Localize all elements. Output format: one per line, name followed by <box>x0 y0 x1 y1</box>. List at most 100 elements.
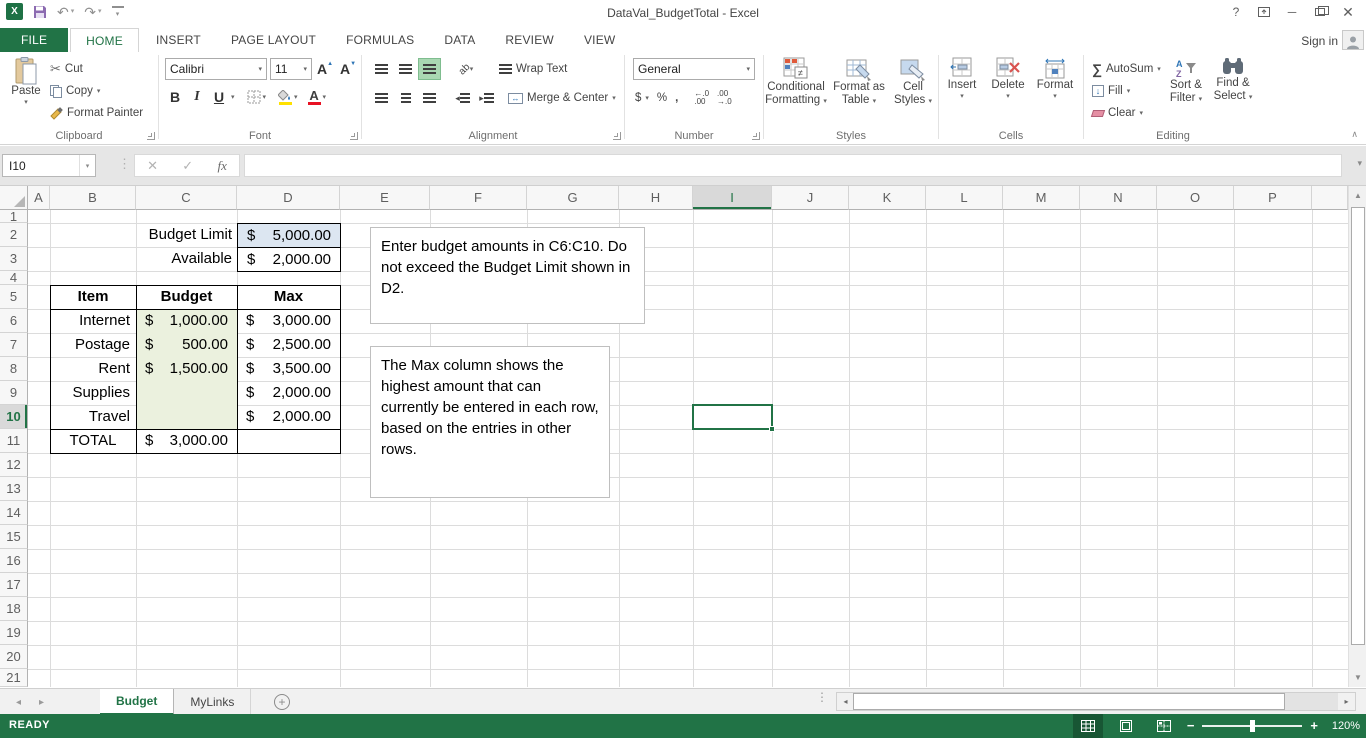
format-painter-button[interactable]: Format Painter <box>48 102 145 124</box>
vertical-scroll-thumb[interactable] <box>1351 207 1365 645</box>
sheet-tab-mylinks[interactable]: MyLinks <box>174 689 251 715</box>
scroll-down-button[interactable]: ▼ <box>1350 669 1366 686</box>
row-header-13[interactable]: 13 <box>0 477 28 501</box>
cell-grid[interactable]: Budget Limit $5,000.00 Available $2,000.… <box>28 210 1348 687</box>
sign-in-button[interactable]: Sign in <box>1301 34 1338 48</box>
row-header-11[interactable]: 11 <box>0 429 28 453</box>
collapse-ribbon-button[interactable]: ∧ <box>1351 129 1358 140</box>
row-header-9[interactable]: 9 <box>0 381 28 405</box>
zoom-slider-thumb[interactable] <box>1250 720 1255 732</box>
row-header-7[interactable]: 7 <box>0 333 28 357</box>
increase-indent-button[interactable]: ▸ <box>475 87 498 109</box>
font-size-combo[interactable]: 11▾ <box>270 58 312 80</box>
decrease-indent-button[interactable]: ◂ <box>451 87 474 109</box>
row-header-20[interactable]: 20 <box>0 645 28 669</box>
font-color-dropdown-icon[interactable]: ▾ <box>323 93 327 101</box>
autosum-button[interactable]: ∑AutoSum▾ <box>1090 58 1162 80</box>
horizontal-scroll-thumb[interactable] <box>853 693 1285 710</box>
comma-style-button[interactable]: , <box>673 87 680 109</box>
row-header-2[interactable]: 2 <box>0 223 28 247</box>
row-header-3[interactable]: 3 <box>0 247 28 271</box>
column-header-M[interactable]: M <box>1003 186 1080 210</box>
cut-button[interactable]: ✂Cut <box>48 58 145 80</box>
row-header-17[interactable]: 17 <box>0 573 28 597</box>
wrap-text-button[interactable]: Wrap Text <box>497 58 569 80</box>
tab-splitter[interactable]: ⋮ <box>816 693 828 702</box>
align-right-button[interactable] <box>418 87 441 109</box>
bold-button[interactable]: B <box>165 86 185 108</box>
underline-button[interactable]: U <box>209 86 229 108</box>
align-left-button[interactable] <box>370 87 393 109</box>
tab-review[interactable]: REVIEW <box>490 28 569 52</box>
clear-button[interactable]: Clear▾ <box>1090 102 1162 124</box>
tab-file[interactable]: FILE <box>0 28 68 52</box>
scroll-up-button[interactable]: ▲ <box>1350 187 1366 204</box>
row-header-15[interactable]: 15 <box>0 525 28 549</box>
accounting-format-button[interactable]: $▾ <box>633 87 651 109</box>
cell-c2[interactable]: Budget Limit <box>136 223 237 247</box>
number-format-combo[interactable]: General▾ <box>633 58 755 80</box>
fill-button[interactable]: ↓Fill▾ <box>1090 80 1162 102</box>
fill-color-dropdown-icon[interactable]: ▾ <box>294 93 298 101</box>
fill-color-button[interactable] <box>278 90 292 105</box>
zoom-in-button[interactable]: + <box>1310 720 1318 732</box>
active-cell-i10[interactable] <box>692 404 773 430</box>
zoom-level[interactable]: 120% <box>1326 720 1360 732</box>
column-header-G[interactable]: G <box>527 186 619 210</box>
vertical-scrollbar[interactable]: ▲ ▼ <box>1348 186 1366 687</box>
underline-dropdown-icon[interactable]: ▾ <box>231 93 235 101</box>
scroll-right-button[interactable]: ▸ <box>1338 693 1355 710</box>
alignment-dialog-launcher[interactable] <box>613 132 621 140</box>
scroll-left-button[interactable]: ◂ <box>837 693 854 710</box>
row-header-4[interactable]: 4 <box>0 271 28 285</box>
tab-insert[interactable]: INSERT <box>141 28 216 52</box>
top-align-button[interactable] <box>370 58 393 80</box>
font-name-combo[interactable]: Calibri▾ <box>165 58 267 80</box>
format-cells-button[interactable]: Format ▾ <box>1031 52 1079 130</box>
cell-styles-button[interactable]: Cell Styles ▾ <box>890 52 936 130</box>
cell-c3[interactable]: Available <box>136 247 237 271</box>
avatar[interactable] <box>1342 30 1364 50</box>
tab-home[interactable]: HOME <box>70 28 139 52</box>
note-textbox-1[interactable]: Enter budget amounts in C6:C10. Do not e… <box>370 227 645 324</box>
copy-button[interactable]: Copy▾ <box>48 80 145 102</box>
column-header-A[interactable]: A <box>28 186 50 210</box>
row-header-16[interactable]: 16 <box>0 549 28 573</box>
ribbon-display-options-button[interactable] <box>1250 0 1278 24</box>
tab-page-layout[interactable]: PAGE LAYOUT <box>216 28 331 52</box>
borders-button[interactable] <box>247 90 261 104</box>
row-header-8[interactable]: 8 <box>0 357 28 381</box>
row-header-19[interactable]: 19 <box>0 621 28 645</box>
select-all-button[interactable] <box>0 186 28 210</box>
column-header-I[interactable]: I <box>693 186 772 210</box>
column-header-J[interactable]: J <box>772 186 849 210</box>
column-header-K[interactable]: K <box>849 186 926 210</box>
column-header-partial[interactable] <box>1312 186 1348 210</box>
row-header-21[interactable]: 21 <box>0 669 28 687</box>
column-header-N[interactable]: N <box>1080 186 1157 210</box>
format-as-table-button[interactable]: Format as Table ▾ <box>828 52 890 130</box>
insert-function-icon[interactable]: fx <box>217 158 226 174</box>
enter-icon[interactable]: ✓ <box>182 158 193 174</box>
orientation-button[interactable]: ab▾ <box>451 58 481 80</box>
prev-sheet-button[interactable]: ◂ <box>16 697 21 708</box>
tab-view[interactable]: VIEW <box>569 28 630 52</box>
font-dialog-launcher[interactable] <box>350 132 358 140</box>
row-header-18[interactable]: 18 <box>0 597 28 621</box>
new-sheet-button[interactable]: + <box>274 694 290 710</box>
zoom-out-button[interactable]: − <box>1187 720 1195 732</box>
formula-bar-splitter[interactable]: ⋮ <box>118 156 131 172</box>
column-header-P[interactable]: P <box>1234 186 1312 210</box>
restore-button[interactable] <box>1306 0 1334 24</box>
row-header-12[interactable]: 12 <box>0 453 28 477</box>
cell-d3[interactable]: $2,000.00 <box>237 247 341 272</box>
formula-input[interactable] <box>244 154 1342 177</box>
page-layout-view-button[interactable] <box>1111 714 1141 738</box>
name-box[interactable]: I10 ▾ <box>2 154 96 177</box>
delete-cells-button[interactable]: Delete ▾ <box>985 52 1031 130</box>
help-button[interactable]: ? <box>1222 0 1250 24</box>
clipboard-dialog-launcher[interactable] <box>147 132 155 140</box>
column-header-L[interactable]: L <box>926 186 1003 210</box>
normal-view-button[interactable] <box>1073 714 1103 738</box>
zoom-slider[interactable] <box>1202 720 1302 732</box>
